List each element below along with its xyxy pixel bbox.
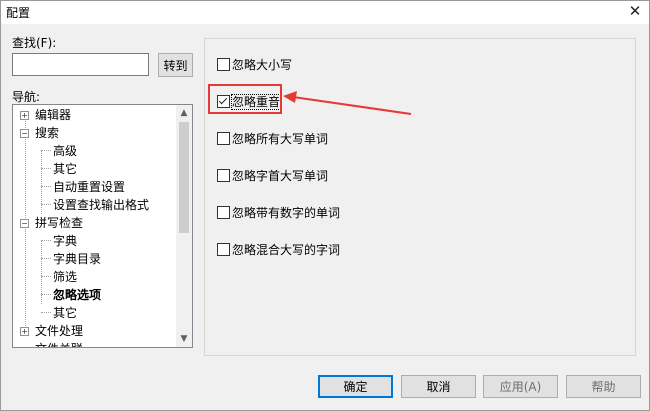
scroll-up-icon[interactable]: ▲	[176, 105, 192, 121]
tree-line	[41, 204, 51, 205]
tree-node-output-format[interactable]: 设置查找输出格式	[53, 196, 149, 214]
ok-button[interactable]: 确定	[318, 375, 393, 398]
close-icon[interactable]: ✕	[627, 3, 643, 19]
tree-node-filter[interactable]: 筛选	[53, 268, 77, 286]
checkbox-icon[interactable]	[217, 206, 230, 219]
goto-button[interactable]: 转到	[158, 53, 193, 77]
help-button[interactable]: 帮助	[566, 375, 641, 398]
config-dialog: 配置 ✕ 查找(F): 转到 导航: + 编辑器 − 搜索 高级 其它 自动重置…	[0, 0, 650, 411]
nav-tree[interactable]: + 编辑器 − 搜索 高级 其它 自动重置设置 设置查找输出格式 − 拼写检查 …	[12, 104, 193, 348]
tree-line	[41, 258, 51, 259]
checkbox-checked-icon[interactable]	[217, 95, 230, 108]
window-title: 配置	[6, 6, 31, 20]
option-ignore-all-caps[interactable]: 忽略所有大写单词	[217, 131, 328, 147]
cancel-button[interactable]: 取消	[401, 375, 476, 398]
collapse-icon[interactable]: −	[20, 129, 29, 138]
collapse-icon[interactable]: −	[20, 219, 29, 228]
checkbox-icon[interactable]	[217, 58, 230, 71]
tree-node-file-assoc[interactable]: 文件关联	[35, 340, 83, 347]
option-ignore-mixed-case[interactable]: 忽略混合大写的字词	[217, 242, 340, 258]
tree-line	[41, 168, 51, 169]
tree-line	[41, 186, 51, 187]
expand-icon[interactable]: +	[20, 327, 29, 336]
annotation-arrow-icon	[283, 91, 412, 115]
tree-line	[41, 294, 51, 295]
find-input[interactable]	[12, 53, 149, 76]
tree-node-auto-reset[interactable]: 自动重置设置	[53, 178, 125, 196]
tree-line	[41, 240, 51, 241]
tree-scrollbar[interactable]: ▲ ▼	[176, 105, 192, 347]
option-ignore-initial-caps[interactable]: 忽略字首大写单词	[217, 168, 328, 184]
tree-node-dictionary[interactable]: 字典	[53, 232, 77, 250]
tree-node-other[interactable]: 其它	[53, 160, 77, 178]
tree-node-ignore-options[interactable]: 忽略选项	[53, 286, 101, 304]
ignore-options-panel: 忽略大小写 忽略重音 忽略所有大写单词 忽略字首大写单词 忽略带有数字的单词 忽…	[204, 38, 636, 356]
checkbox-icon[interactable]	[217, 243, 230, 256]
tree-node-other-2[interactable]: 其它	[53, 304, 77, 322]
checkbox-icon[interactable]	[217, 132, 230, 145]
tree-node-advanced[interactable]: 高级	[53, 142, 77, 160]
tree-line	[41, 312, 51, 313]
scroll-thumb[interactable]	[179, 122, 189, 233]
expand-icon[interactable]: +	[20, 111, 29, 120]
scroll-down-icon[interactable]: ▼	[176, 331, 192, 347]
checkbox-icon[interactable]	[217, 169, 230, 182]
nav-label: 导航:	[12, 90, 41, 104]
option-ignore-case[interactable]: 忽略大小写	[217, 57, 292, 73]
option-ignore-accents[interactable]: 忽略重音	[217, 94, 282, 110]
option-ignore-with-digits[interactable]: 忽略带有数字的单词	[217, 205, 340, 221]
title-bar: 配置 ✕	[1, 1, 649, 24]
tree-line	[41, 276, 51, 277]
apply-button[interactable]: 应用(A)	[483, 375, 558, 398]
find-label: 查找(F):	[12, 36, 57, 50]
tree-line	[41, 150, 51, 151]
tree-node-dictionary-dir[interactable]: 字典目录	[53, 250, 101, 268]
